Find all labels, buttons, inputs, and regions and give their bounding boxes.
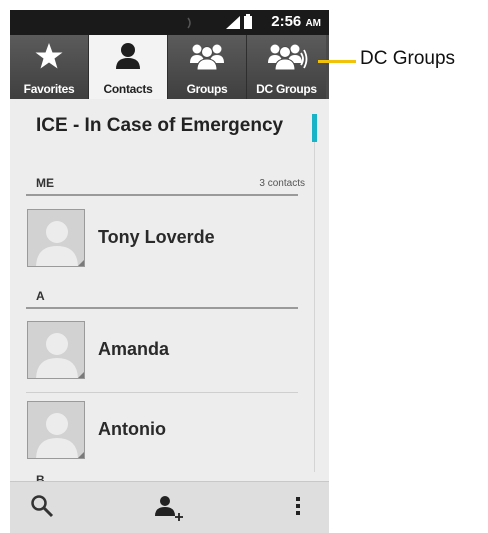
status-bar: 2:56 AM	[10, 10, 329, 35]
tab-contacts-label: Contacts	[103, 82, 153, 96]
tab-contacts[interactable]: Contacts	[89, 35, 168, 99]
default-avatar-icon	[28, 402, 84, 458]
callout-line	[318, 60, 356, 63]
contact-item-antonio[interactable]: Antonio	[26, 401, 298, 467]
callout-label: DC Groups	[360, 48, 456, 69]
scroll-track	[314, 142, 315, 472]
avatar[interactable]	[27, 401, 85, 459]
contact-name: Tony Loverde	[98, 227, 215, 247]
contact-name: Amanda	[98, 339, 170, 359]
contact-name: Antonio	[98, 419, 166, 439]
tab-dc-groups[interactable]: DC Groups	[247, 35, 326, 99]
contact-list[interactable]: ICE - In Case of Emergency ME 3 contacts…	[10, 99, 329, 481]
contact-count: 3 contacts	[259, 178, 305, 189]
battery-icon	[244, 14, 252, 29]
section-header-b: B	[36, 474, 45, 481]
tab-favorites[interactable]: Favorites	[10, 35, 89, 99]
section-header-a: A	[36, 289, 45, 303]
tab-dc-groups-label: DC Groups	[256, 82, 317, 96]
contact-item-amanda[interactable]: Amanda	[26, 321, 298, 387]
avatar[interactable]	[27, 321, 85, 379]
add-contact-icon[interactable]	[154, 494, 184, 522]
list-title: ICE - In Case of Emergency	[36, 115, 284, 136]
signal-icon	[226, 16, 240, 29]
star-icon	[35, 43, 63, 69]
contact-item-tony-loverde[interactable]: Tony Loverde	[26, 209, 298, 275]
dc-group-icon	[267, 44, 307, 71]
overflow-menu-icon[interactable]	[294, 494, 302, 518]
section-divider	[26, 194, 298, 196]
tab-bar: Favorites Contacts Groups DC Groups	[10, 35, 329, 99]
bottom-action-bar	[10, 481, 329, 533]
tab-favorites-label: Favorites	[23, 82, 75, 96]
status-time: 2:56 AM	[271, 13, 321, 30]
search-icon[interactable]	[30, 494, 54, 518]
group-icon	[190, 44, 224, 71]
avatar[interactable]	[27, 209, 85, 267]
phone-screen: 2:56 AM Favorites Contacts Groups DC Gro…	[10, 10, 329, 533]
scroll-indicator[interactable]	[312, 114, 317, 142]
default-avatar-icon	[28, 210, 84, 266]
tab-groups[interactable]: Groups	[168, 35, 247, 99]
vibrate-icon	[187, 17, 191, 29]
row-divider	[26, 392, 298, 393]
section-divider	[26, 307, 298, 309]
person-icon	[116, 43, 140, 69]
default-avatar-icon	[28, 322, 84, 378]
section-header-me: ME	[36, 176, 54, 190]
tab-groups-label: Groups	[186, 82, 228, 96]
